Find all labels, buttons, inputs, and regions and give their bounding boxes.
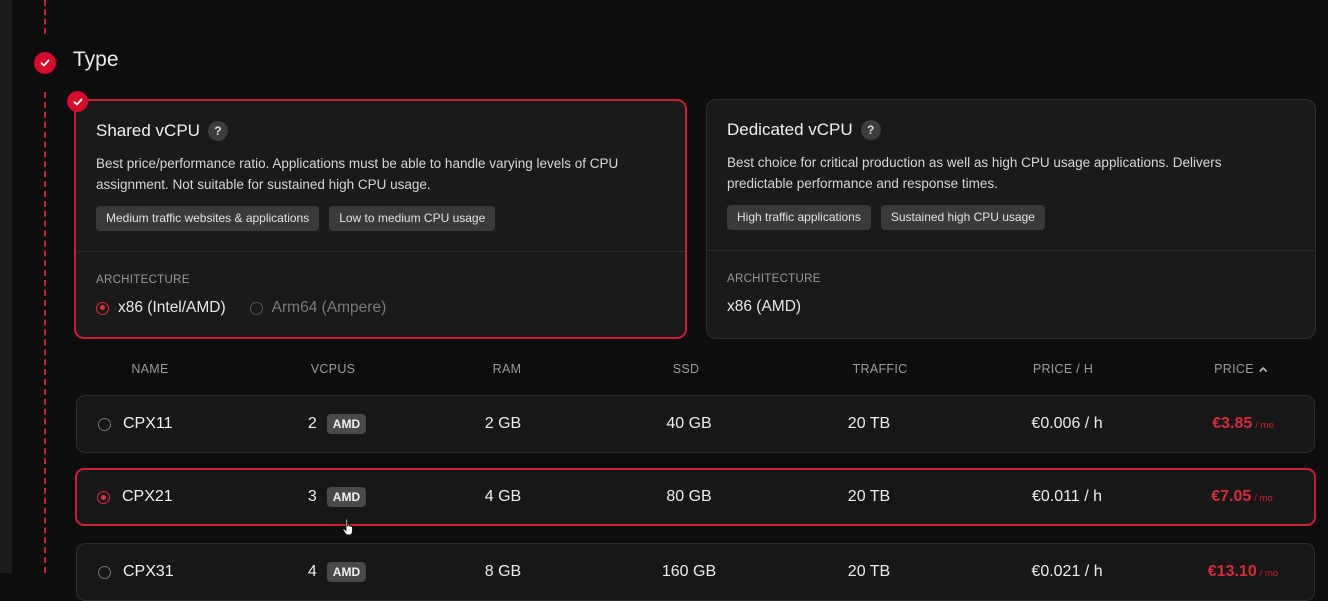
vcpus-cell: 2 AMD	[307, 414, 367, 434]
pointer-cursor-icon	[342, 518, 353, 536]
help-icon[interactable]: ?	[207, 121, 228, 141]
price-unit: / mo	[1254, 493, 1273, 504]
price-value: €3.85	[1212, 415, 1253, 432]
price-cell: €3.85/ mo	[1212, 415, 1274, 433]
sort-up-icon	[1258, 366, 1267, 372]
arch-option-x86[interactable]: x86 (Intel/AMD)	[96, 299, 226, 317]
price-unit: / mo	[1255, 420, 1274, 431]
card-description: Best price/performance ratio. Applicatio…	[96, 156, 619, 192]
ram-cell: 2 GB	[484, 415, 522, 432]
column-header-vcpus[interactable]: VCPUS	[311, 362, 356, 376]
card-tag: High traffic applications	[727, 205, 871, 230]
step-title: Type	[73, 48, 119, 71]
divider	[76, 251, 685, 252]
architecture-label: ARCHITECTURE	[727, 273, 821, 285]
traffic-cell: 20 TB	[847, 488, 891, 505]
card-title: Shared vCPU	[96, 121, 200, 140]
card-title: Dedicated vCPU	[727, 120, 853, 139]
arch-option-label: x86 (Intel/AMD)	[118, 299, 226, 316]
ram-cell: 8 GB	[484, 563, 522, 580]
step-connector-top	[44, 0, 46, 34]
table-row-selected[interactable]: CPX21 3 AMD 4 GB 80 GB 20 TB €0.011 / h …	[75, 468, 1316, 526]
ram-cell: 4 GB	[484, 488, 522, 505]
step-complete-check	[34, 52, 56, 74]
step-connector	[44, 92, 46, 573]
arch-option-label: Arm64 (Ampere)	[271, 299, 387, 316]
column-header-ssd[interactable]: SSD	[673, 362, 700, 376]
card-tag: Low to medium CPU usage	[329, 206, 496, 231]
table-row[interactable]: CPX11 2 AMD 2 GB 40 GB 20 TB €0.006 / h …	[76, 395, 1315, 453]
server-name: CPX21	[122, 488, 173, 505]
price-per-hour-cell: €0.021 / h	[1031, 563, 1103, 580]
price-per-hour-cell: €0.006 / h	[1031, 415, 1103, 432]
card-tag: Sustained high CPU usage	[880, 205, 1045, 230]
radio-icon[interactable]	[98, 418, 111, 431]
vcpus-count: 3	[307, 488, 317, 505]
ssd-cell: 80 GB	[666, 488, 712, 505]
price-cell: €7.05/ mo	[1211, 488, 1273, 506]
divider	[707, 250, 1315, 251]
amd-badge: AMD	[326, 414, 367, 434]
column-header-price-per-hour[interactable]: PRICE / H	[1033, 362, 1093, 376]
vcpus-count: 4	[307, 563, 317, 580]
ssd-cell: 160 GB	[661, 563, 717, 580]
column-header-price-label: PRICE	[1214, 362, 1254, 376]
ssd-cell: 40 GB	[666, 415, 712, 432]
amd-badge: AMD	[326, 562, 367, 582]
architecture-label: ARCHITECTURE	[96, 274, 190, 286]
vcpus-count: 2	[307, 415, 317, 432]
vcpus-cell: 3 AMD	[307, 487, 367, 507]
architecture-value: x86 (AMD)	[727, 298, 802, 315]
check-icon	[40, 59, 50, 67]
traffic-cell: 20 TB	[847, 563, 891, 580]
price-value: €13.10	[1207, 563, 1257, 580]
column-header-price[interactable]: PRICE	[1214, 362, 1268, 376]
dedicated-vcpu-card[interactable]: Dedicated vCPU ? Best choice for critica…	[706, 99, 1316, 339]
check-icon	[73, 98, 82, 105]
card-description: Best choice for critical production as w…	[727, 155, 1222, 191]
price-unit: / mo	[1259, 568, 1279, 579]
card-selected-check	[67, 91, 88, 112]
vcpus-cell: 4 AMD	[307, 562, 367, 582]
server-name: CPX11	[123, 415, 173, 432]
column-header-name[interactable]: NAME	[131, 362, 168, 376]
traffic-cell: 20 TB	[847, 415, 891, 432]
left-rail	[0, 0, 12, 573]
column-header-traffic[interactable]: TRAFFIC	[853, 362, 908, 376]
radio-selected-icon[interactable]	[97, 491, 110, 504]
server-name: CPX31	[123, 563, 174, 580]
amd-badge: AMD	[326, 487, 367, 507]
table-row[interactable]: CPX31 4 AMD 8 GB 160 GB 20 TB €0.021 / h…	[76, 543, 1315, 601]
radio-icon[interactable]	[249, 301, 263, 315]
price-per-hour-cell: €0.011 / h	[1032, 488, 1102, 505]
price-value: €7.05	[1211, 488, 1252, 505]
column-header-ram[interactable]: RAM	[493, 362, 522, 376]
radio-selected-icon[interactable]	[96, 301, 109, 315]
help-icon[interactable]: ?	[860, 120, 881, 140]
arch-option-arm64[interactable]: Arm64 (Ampere)	[249, 299, 387, 317]
price-cell: €13.10/ mo	[1208, 563, 1278, 581]
shared-vcpu-card[interactable]: Shared vCPU ? Best price/performance rat…	[74, 99, 687, 339]
card-tag: Medium traffic websites & applications	[96, 206, 320, 231]
